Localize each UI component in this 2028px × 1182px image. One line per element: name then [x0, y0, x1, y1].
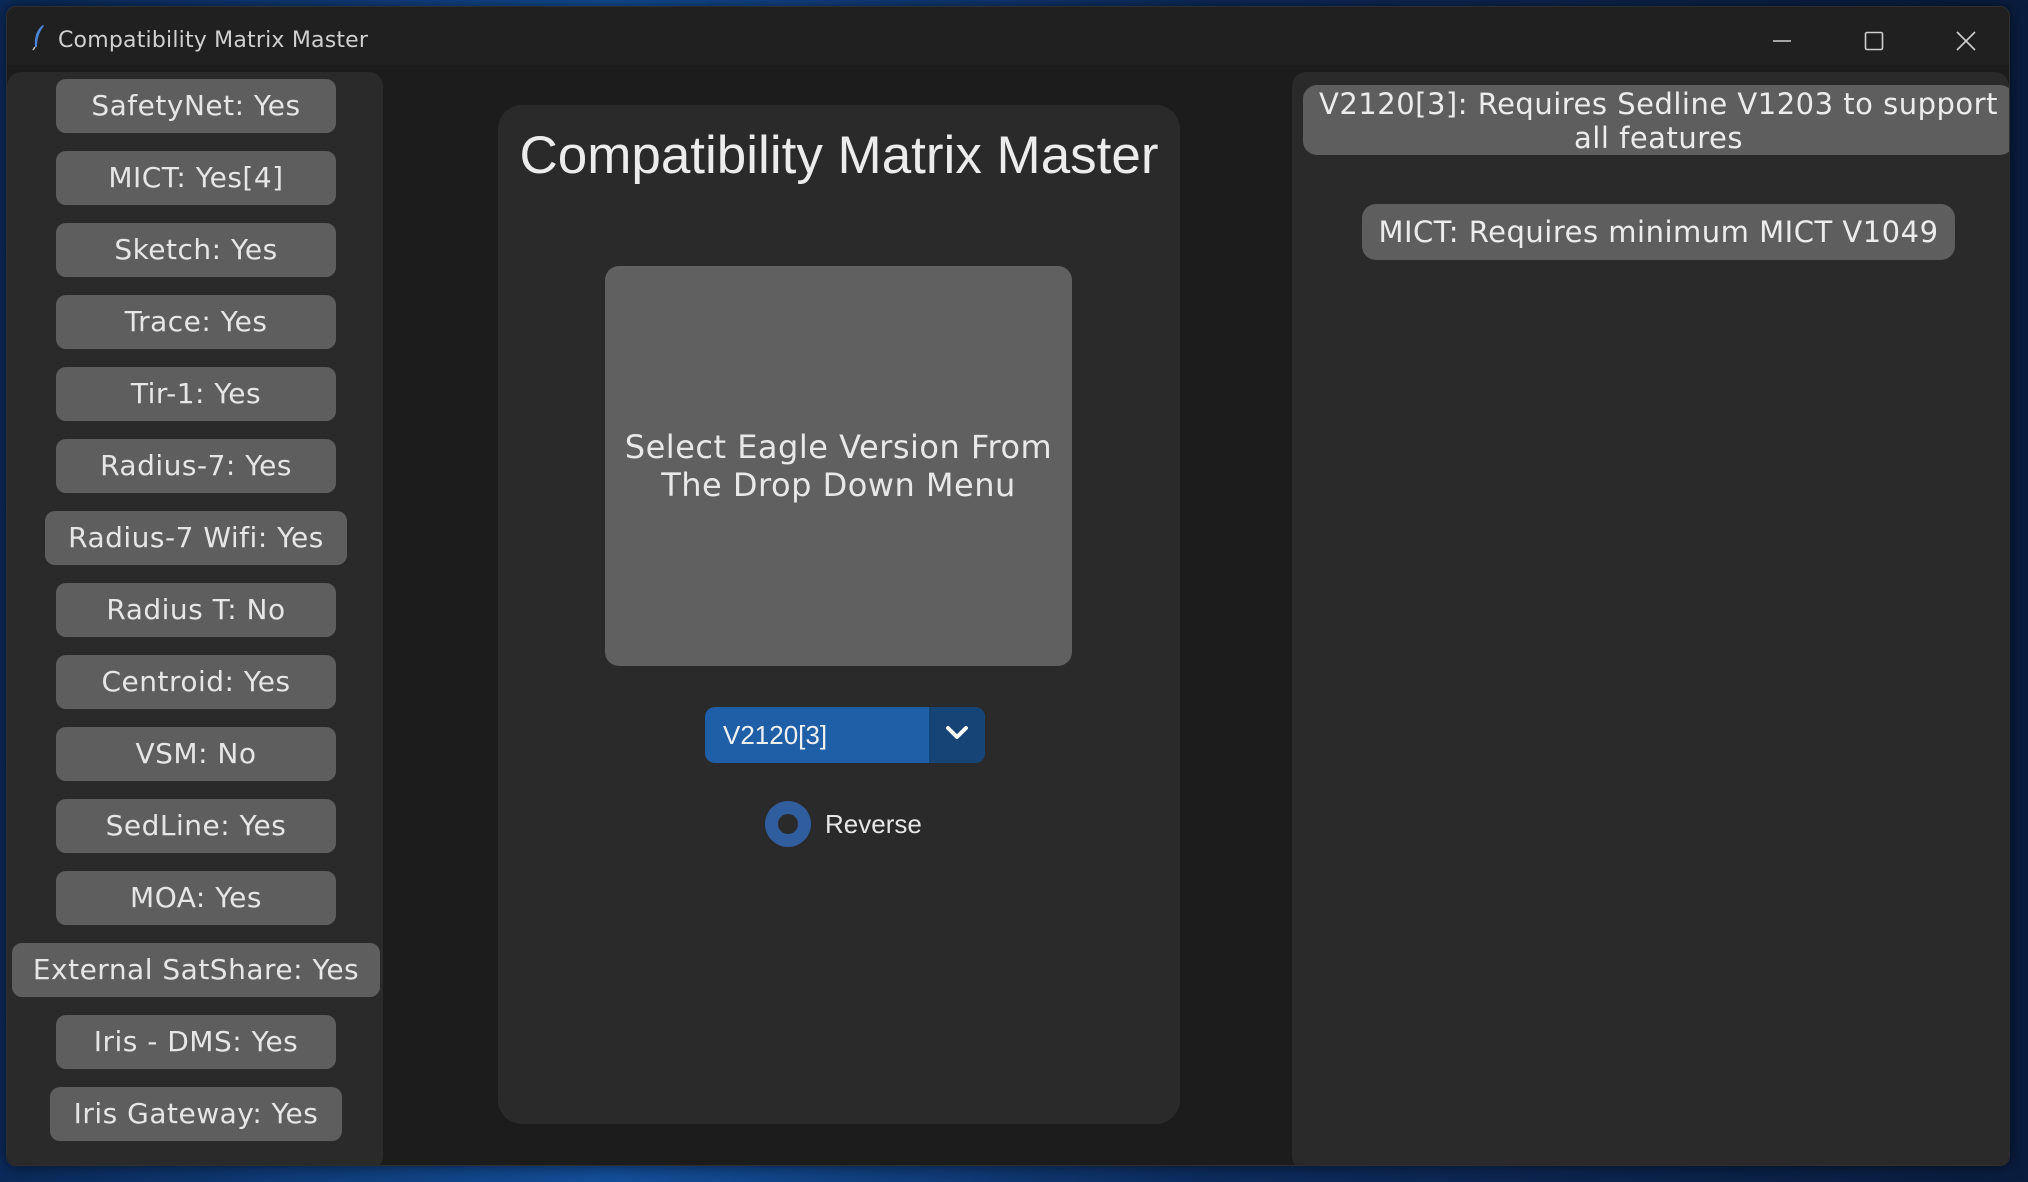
- minimize-icon: [1771, 30, 1793, 52]
- reverse-label: Reverse: [825, 808, 922, 839]
- feature-radius7[interactable]: Radius-7: Yes: [56, 439, 336, 493]
- close-button[interactable]: [1931, 17, 2001, 65]
- title-bar: Compatibility Matrix Master: [7, 7, 2009, 65]
- feather-icon: [29, 23, 51, 51]
- feature-sketch[interactable]: Sketch: Yes: [56, 223, 336, 277]
- close-icon: [1955, 30, 1977, 52]
- reverse-toggle[interactable]: Reverse: [765, 801, 922, 847]
- feature-external-satshare[interactable]: External SatShare: Yes: [12, 943, 380, 997]
- feature-radius-t[interactable]: Radius T: No: [56, 583, 336, 637]
- page-title: Compatibility Matrix Master: [519, 126, 1159, 185]
- feature-sedline[interactable]: SedLine: Yes: [56, 799, 336, 853]
- feature-tir1[interactable]: Tir-1: Yes: [56, 367, 336, 421]
- version-preview-box: Select Eagle Version From The Drop Down …: [605, 266, 1072, 666]
- maximize-button[interactable]: [1839, 17, 1909, 65]
- feature-centroid[interactable]: Centroid: Yes: [56, 655, 336, 709]
- radio-dot: [778, 814, 798, 834]
- eagle-version-dropdown[interactable]: V2120[3]: [705, 707, 985, 763]
- feature-trace[interactable]: Trace: Yes: [56, 295, 336, 349]
- window-title: Compatibility Matrix Master: [58, 28, 369, 53]
- feature-list-panel: SafetyNet: Yes MICT: Yes[4] Sketch: Yes …: [7, 72, 383, 1165]
- feature-mict[interactable]: MICT: Yes[4]: [56, 151, 336, 205]
- feature-radius7-wifi[interactable]: Radius-7 Wifi: Yes: [45, 511, 347, 565]
- dropdown-selected-value: V2120[3]: [723, 720, 828, 750]
- reverse-radio-button[interactable]: [765, 801, 811, 847]
- note-item: MICT: Requires minimum MICT V1049: [1362, 204, 1955, 260]
- feature-vsm[interactable]: VSM: No: [56, 727, 336, 781]
- minimize-button[interactable]: [1747, 17, 1817, 65]
- preview-instruction: Select Eagle Version From The Drop Down …: [624, 428, 1053, 504]
- feature-iris-gateway[interactable]: Iris Gateway: Yes: [50, 1087, 342, 1141]
- app-window: Compatibility Matrix Master SafetyNet: Y…: [6, 6, 2010, 1166]
- note-item: V2120[3]: Requires Sedline V1203 to supp…: [1303, 85, 2009, 155]
- feature-iris-dms[interactable]: Iris - DMS: Yes: [56, 1015, 336, 1069]
- notes-panel: V2120[3]: Requires Sedline V1203 to supp…: [1292, 72, 2009, 1165]
- main-panel: Compatibility Matrix Master Select Eagle…: [498, 105, 1180, 1124]
- maximize-icon: [1863, 30, 1885, 52]
- client-area: SafetyNet: Yes MICT: Yes[4] Sketch: Yes …: [7, 65, 2009, 1165]
- feature-safetynet[interactable]: SafetyNet: Yes: [56, 79, 336, 133]
- dropdown-toggle-button[interactable]: [929, 707, 985, 763]
- feature-moa[interactable]: MOA: Yes: [56, 871, 336, 925]
- chevron-down-icon: [945, 725, 969, 745]
